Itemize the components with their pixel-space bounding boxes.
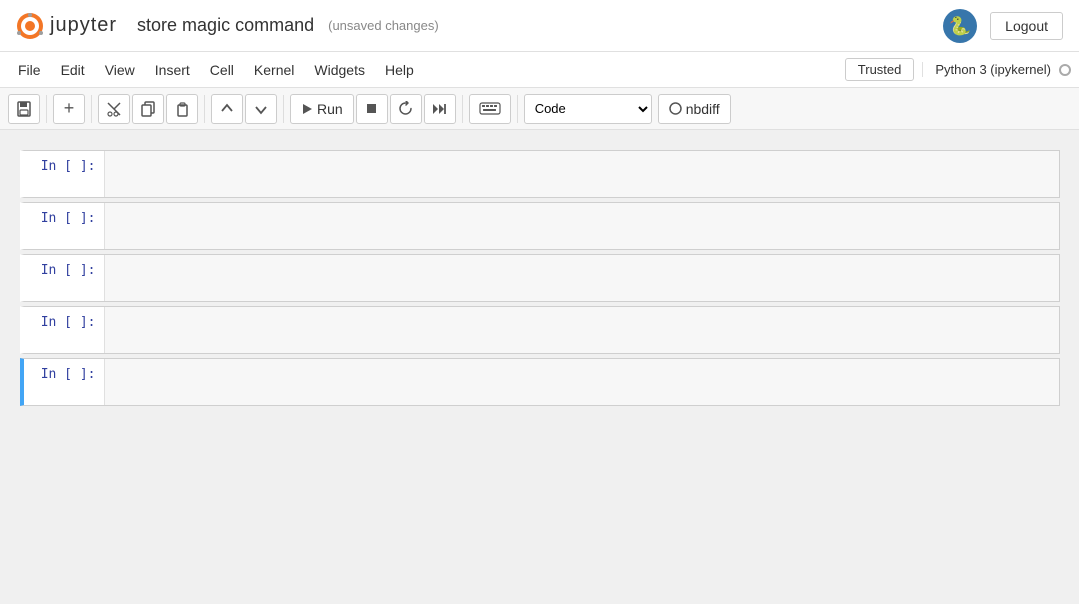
toolbar-separator-6: [517, 95, 518, 123]
fast-forward-button[interactable]: [424, 94, 456, 124]
logo-area: jupyter: [16, 12, 121, 40]
header: jupyter store magic command (unsaved cha…: [0, 0, 1079, 52]
cell-5-input-area[interactable]: [104, 359, 1059, 405]
copy-button[interactable]: [132, 94, 164, 124]
header-right: 🐍 Logout: [942, 8, 1063, 44]
cell-2[interactable]: In [ ]:: [20, 202, 1060, 250]
cell-1-prompt: In [ ]:: [24, 151, 104, 197]
restart-button[interactable]: [390, 94, 422, 124]
cell-1[interactable]: In [ ]:: [20, 150, 1060, 198]
jupyter-logo-icon: [16, 12, 44, 40]
cell-3[interactable]: In [ ]:: [20, 254, 1060, 302]
toolbar-separator-3: [204, 95, 205, 123]
cell-4-input[interactable]: [105, 307, 296, 343]
save-icon: [16, 101, 32, 117]
menu-cell[interactable]: Cell: [200, 58, 244, 82]
cut-icon: [106, 101, 122, 117]
move-up-button[interactable]: [211, 94, 243, 124]
keyboard-button[interactable]: [469, 94, 511, 124]
stop-icon: [365, 102, 378, 115]
cells-container: In [ ]: In [ ]: In [ ]: In [ ]:: [20, 150, 1060, 410]
menu-kernel[interactable]: Kernel: [244, 58, 304, 82]
kernel-name-label: Python 3 (ipykernel): [935, 62, 1051, 77]
circle-icon: [669, 102, 682, 115]
run-button[interactable]: Run: [290, 94, 354, 124]
menubar: File Edit View Insert Cell Kernel Widget…: [0, 52, 1079, 88]
toolbar-separator-4: [283, 95, 284, 123]
unsaved-changes-label: (unsaved changes): [328, 18, 439, 33]
cell-3-prompt: In [ ]:: [24, 255, 104, 301]
nbdiff-button[interactable]: nbdiff: [658, 94, 731, 124]
cell-5-prompt: In [ ]:: [24, 359, 104, 405]
cell-4-prompt: In [ ]:: [24, 307, 104, 353]
kernel-info: Python 3 (ipykernel): [922, 62, 1071, 77]
stop-button[interactable]: [356, 94, 388, 124]
paste-icon: [174, 101, 190, 117]
menu-help[interactable]: Help: [375, 58, 424, 82]
run-label: Run: [317, 101, 343, 117]
trusted-button[interactable]: Trusted: [845, 58, 915, 81]
cell-5-input[interactable]: [105, 359, 296, 395]
menu-insert[interactable]: Insert: [145, 58, 200, 82]
add-cell-button[interactable]: +: [53, 94, 85, 124]
move-down-button[interactable]: [245, 94, 277, 124]
cell-4[interactable]: In [ ]:: [20, 306, 1060, 354]
toolbar: +: [0, 88, 1079, 130]
logout-button[interactable]: Logout: [990, 12, 1063, 40]
cut-button[interactable]: [98, 94, 130, 124]
notebook-title[interactable]: store magic command: [137, 15, 314, 36]
menu-widgets[interactable]: Widgets: [304, 58, 375, 82]
menu-file[interactable]: File: [8, 58, 51, 82]
cell-4-input-area[interactable]: [104, 307, 1059, 353]
copy-icon: [140, 101, 156, 117]
notebook-area: In [ ]: In [ ]: In [ ]: In [ ]:: [0, 130, 1079, 604]
cell-2-input[interactable]: [105, 203, 296, 239]
keyboard-icon: [479, 102, 501, 115]
play-icon: [301, 103, 313, 115]
cell-5[interactable]: In [ ]:: [20, 358, 1060, 406]
cell-2-prompt: In [ ]:: [24, 203, 104, 249]
cell-3-input-area[interactable]: [104, 255, 1059, 301]
arrow-down-icon: [254, 102, 268, 116]
save-button[interactable]: [8, 94, 40, 124]
arrow-up-icon: [220, 102, 234, 116]
toolbar-separator-5: [462, 95, 463, 123]
cell-1-input-area[interactable]: [104, 151, 1059, 197]
toolbar-separator-1: [46, 95, 47, 123]
cell-type-select[interactable]: Code Markdown Raw NBConvert Heading: [524, 94, 652, 124]
svg-text:🐍: 🐍: [949, 15, 971, 36]
toolbar-separator-2: [91, 95, 92, 123]
cell-3-input[interactable]: [105, 255, 296, 291]
menu-edit[interactable]: Edit: [51, 58, 95, 82]
refresh-icon: [398, 101, 413, 116]
nbdiff-label: nbdiff: [686, 101, 720, 117]
cell-1-input[interactable]: [105, 151, 296, 187]
python-logo-icon: 🐍: [942, 8, 978, 44]
cell-2-input-area[interactable]: [104, 203, 1059, 249]
fast-forward-icon: [432, 102, 447, 116]
kernel-status-indicator: [1059, 64, 1071, 76]
paste-button[interactable]: [166, 94, 198, 124]
jupyter-label: jupyter: [50, 14, 117, 37]
menu-view[interactable]: View: [95, 58, 145, 82]
